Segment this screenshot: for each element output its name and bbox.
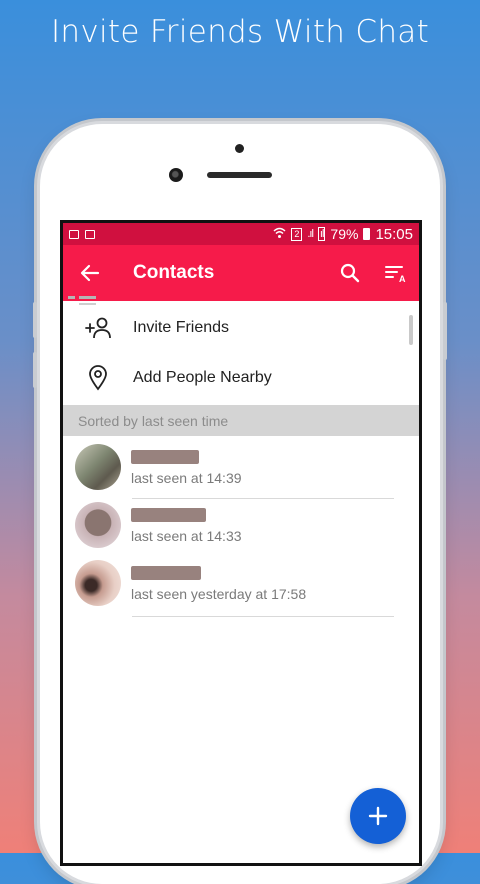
notification-icon	[69, 229, 79, 239]
wifi-icon	[273, 226, 286, 242]
phone-camera	[169, 168, 183, 182]
sort-button[interactable]: A	[373, 245, 419, 301]
promo-title: Invite Friends With Chat	[50, 14, 430, 50]
contact-item[interactable]: last seen at 14:39	[63, 438, 419, 499]
contact-last-seen: last seen at 14:39	[131, 469, 242, 486]
phone-screen: 2 .ıl ıl 79% 15:05 Contacts A Invite Fri…	[60, 220, 422, 866]
search-icon	[340, 263, 360, 283]
add-people-nearby-label: Add People Nearby	[133, 369, 272, 386]
phone-power-button	[443, 302, 447, 360]
contact-name	[131, 506, 242, 524]
invite-friends-item[interactable]: Invite Friends	[63, 303, 419, 353]
gallery-notification-icon	[85, 229, 95, 239]
add-people-nearby-item[interactable]: Add People Nearby	[63, 353, 419, 403]
phone-speaker	[207, 172, 272, 178]
drag-handle-icon	[68, 293, 98, 311]
back-arrow-icon	[80, 264, 100, 282]
svg-text:A: A	[399, 274, 406, 283]
contact-last-seen: last seen yesterday at 17:58	[131, 585, 307, 602]
signal-icon: .ıl	[307, 228, 313, 240]
phone-volume-down	[33, 352, 37, 388]
contact-item[interactable]: last seen yesterday at 17:58	[63, 554, 419, 617]
avatar	[75, 501, 121, 548]
sim-icon: 2	[291, 227, 303, 241]
contact-name	[131, 564, 306, 582]
status-bar: 2 .ıl ıl 79% 15:05	[63, 223, 419, 245]
plus-icon	[368, 806, 388, 826]
page-title: Contacts	[133, 262, 215, 283]
invite-friends-label: Invite Friends	[133, 319, 230, 336]
search-button[interactable]	[327, 245, 373, 301]
battery-percent: 79%	[330, 226, 359, 242]
sort-icon: A	[385, 266, 406, 283]
section-header: Sorted by last seen time	[63, 405, 419, 436]
signal-2-icon: ıl	[317, 227, 326, 241]
new-chat-fab[interactable]	[350, 788, 406, 844]
avatar	[75, 443, 121, 490]
phone-volume-up	[33, 302, 37, 338]
scrollbar[interactable]	[409, 315, 413, 345]
location-pin-icon	[83, 363, 113, 393]
app-bar: Contacts A	[63, 245, 419, 301]
contact-name	[131, 448, 242, 466]
battery-icon	[363, 228, 371, 240]
phone-sensor	[235, 144, 244, 153]
phone-frame: 2 .ıl ıl 79% 15:05 Contacts A Invite Fri…	[33, 124, 447, 884]
clock: 15:05	[375, 225, 413, 243]
contact-last-seen: last seen at 14:33	[131, 527, 242, 544]
contact-item[interactable]: last seen at 14:33	[63, 496, 419, 553]
avatar	[75, 559, 121, 606]
add-person-icon	[83, 313, 113, 343]
divider	[132, 616, 394, 617]
